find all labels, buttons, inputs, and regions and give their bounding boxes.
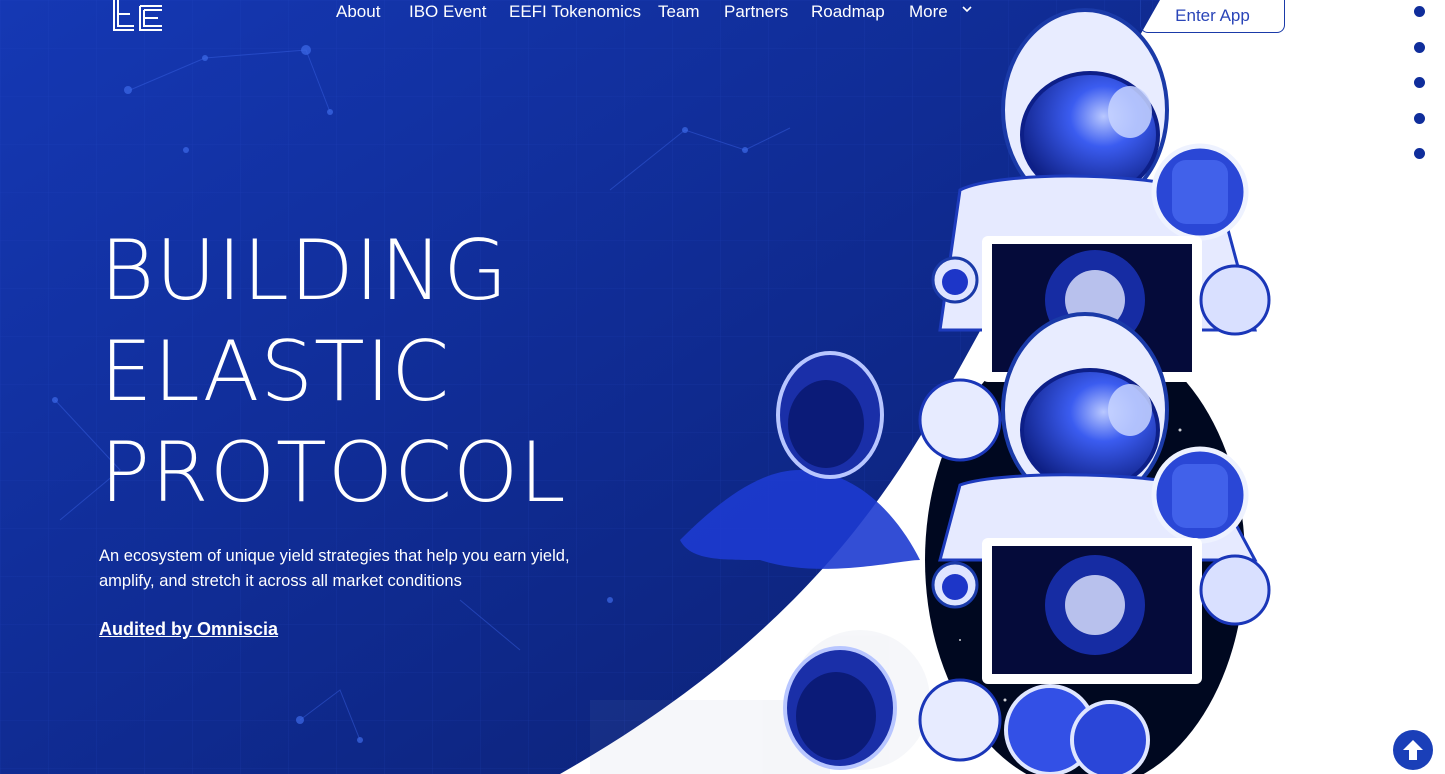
nav-team[interactable]: Team <box>658 1 700 23</box>
chevron-down-icon[interactable] <box>962 4 972 14</box>
scroll-top-button[interactable] <box>1393 730 1433 770</box>
enter-app-button[interactable]: Enter App <box>1140 0 1285 33</box>
nav-more[interactable]: More <box>909 1 948 23</box>
arrow-up-icon <box>1403 740 1423 760</box>
hero-description: An ecosystem of unique yield strategies … <box>99 547 570 590</box>
site-logo[interactable] <box>112 0 164 32</box>
hero-title-line: ELASTIC <box>100 323 451 420</box>
nav-ibo-event[interactable]: IBO Event <box>409 1 486 23</box>
hero-title-line: BUILDING <box>100 222 509 319</box>
nav-roadmap[interactable]: Roadmap <box>811 1 885 23</box>
section-dot[interactable] <box>1414 42 1425 53</box>
nav-eefi-tokenomics[interactable]: EEFI Tokenomics <box>509 1 641 23</box>
section-dot[interactable] <box>1414 77 1425 88</box>
nav-partners[interactable]: Partners <box>724 1 788 23</box>
section-dot[interactable] <box>1414 113 1425 124</box>
hero-title-line: PROTOCOL <box>100 424 567 521</box>
audit-link[interactable]: Audited by Omniscia <box>99 619 278 640</box>
nav-about[interactable]: About <box>336 1 380 23</box>
section-dot[interactable] <box>1414 6 1425 17</box>
hero-title: BUILDING ELASTIC PROTOCOL <box>100 220 567 523</box>
section-dot[interactable] <box>1414 148 1425 159</box>
